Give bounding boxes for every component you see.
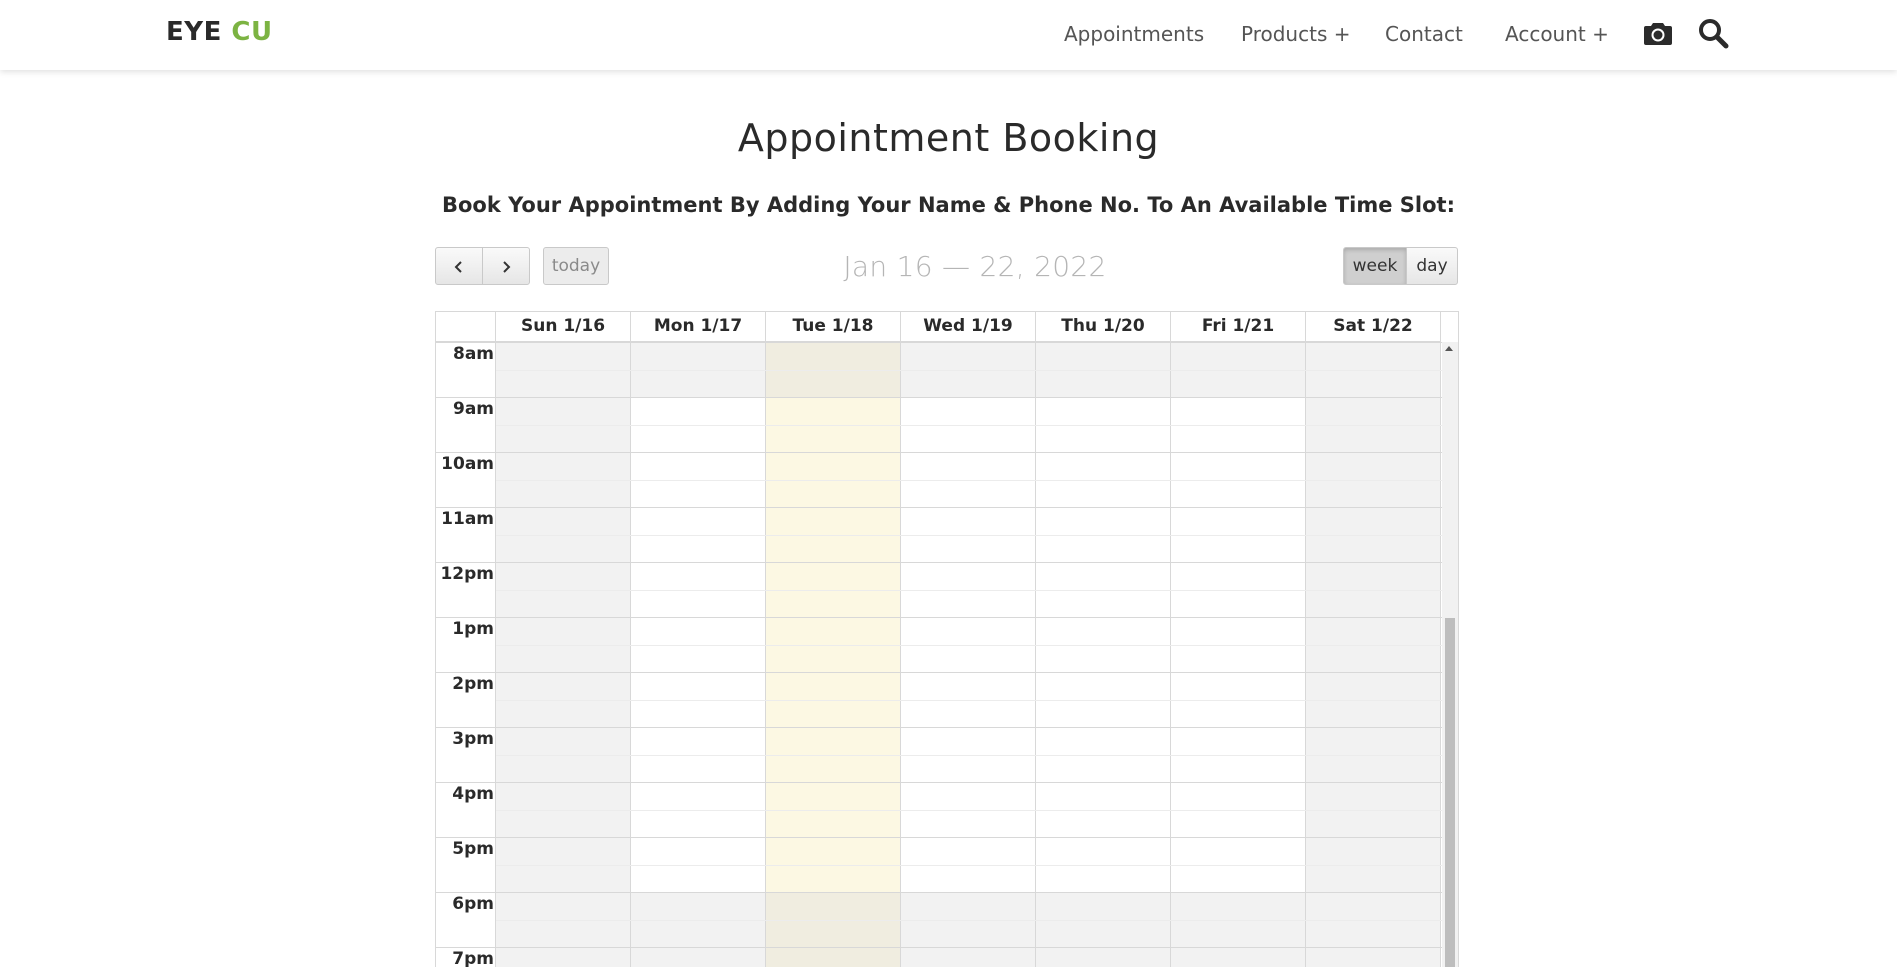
time-slot[interactable] bbox=[1306, 947, 1440, 967]
half-hour-line bbox=[496, 754, 1458, 756]
time-label: 5pm bbox=[452, 839, 494, 859]
time-label: 12pm bbox=[440, 564, 494, 584]
page-title: Appointment Booking bbox=[737, 116, 1160, 160]
day-column[interactable] bbox=[1306, 342, 1441, 967]
nav-account[interactable]: Account + bbox=[1505, 22, 1609, 46]
hour-line bbox=[436, 342, 1458, 343]
time-slot[interactable] bbox=[766, 947, 900, 967]
half-hour-line bbox=[496, 809, 1458, 811]
camera-icon[interactable] bbox=[1642, 17, 1674, 49]
hour-line bbox=[436, 507, 1458, 508]
nav-contact[interactable]: Contact bbox=[1385, 22, 1463, 46]
time-slot[interactable] bbox=[631, 947, 765, 967]
day-header: Wed 1/19 bbox=[901, 312, 1036, 342]
chevron-left-icon bbox=[454, 261, 462, 273]
time-label: 9am bbox=[452, 399, 494, 419]
time-label: 4pm bbox=[452, 784, 494, 804]
logo-main: EYE bbox=[166, 17, 222, 47]
time-label: 10am bbox=[441, 454, 494, 474]
prev-button[interactable] bbox=[435, 247, 483, 285]
nav-products[interactable]: Products + bbox=[1241, 22, 1350, 46]
time-axis-header bbox=[436, 312, 496, 342]
day-column[interactable] bbox=[766, 342, 901, 967]
week-view-button[interactable]: week bbox=[1343, 247, 1407, 285]
day-header: Sun 1/16 bbox=[496, 312, 631, 342]
time-label: 11am bbox=[441, 509, 494, 529]
time-label: 6pm bbox=[452, 894, 494, 914]
calendar-grid[interactable]: 8am 9am 10am 11am 12pm 1pm 2pm 3pm 4pm 5pm 6pm 7pm bbox=[436, 342, 1458, 967]
chevron-right-icon bbox=[503, 261, 511, 273]
time-slot[interactable] bbox=[1036, 947, 1170, 967]
hour-line bbox=[436, 892, 1458, 893]
hour-line bbox=[436, 947, 1458, 948]
day-column[interactable] bbox=[901, 342, 1036, 967]
hour-line bbox=[436, 452, 1458, 453]
day-column[interactable] bbox=[496, 342, 631, 967]
time-label: 1pm bbox=[452, 619, 494, 639]
page-subtitle: Book Your Appointment By Adding Your Nam… bbox=[442, 193, 1455, 217]
hour-line bbox=[436, 397, 1458, 398]
time-slot[interactable] bbox=[901, 947, 1035, 967]
day-column[interactable] bbox=[1171, 342, 1306, 967]
half-hour-line bbox=[496, 644, 1458, 646]
half-hour-line bbox=[496, 864, 1458, 866]
time-slot[interactable] bbox=[1171, 947, 1305, 967]
date-range-title: Jan 16 — 22, 2022 bbox=[843, 250, 1107, 283]
hour-line bbox=[436, 782, 1458, 783]
day-header: Sat 1/22 bbox=[1306, 312, 1441, 342]
day-header: Tue 1/18 bbox=[766, 312, 901, 342]
scrollbar-thumb[interactable] bbox=[1445, 618, 1455, 967]
site-logo[interactable]: EYE CU bbox=[166, 17, 273, 47]
hour-line bbox=[436, 617, 1458, 618]
time-slot[interactable] bbox=[496, 947, 630, 967]
scroll-up-arrow-icon[interactable] bbox=[1445, 346, 1453, 351]
half-hour-line bbox=[496, 699, 1458, 701]
day-column[interactable] bbox=[631, 342, 766, 967]
day-column[interactable] bbox=[1036, 342, 1171, 967]
hour-line bbox=[436, 672, 1458, 673]
week-calendar: Sun 1/16 Mon 1/17 Tue 1/18 Wed 1/19 Thu 1/20… bbox=[435, 311, 1459, 967]
hour-line bbox=[436, 837, 1458, 838]
half-hour-line bbox=[496, 919, 1458, 921]
half-hour-line bbox=[496, 534, 1458, 536]
today-button[interactable]: today bbox=[543, 247, 609, 285]
hour-line bbox=[436, 562, 1458, 563]
half-hour-line bbox=[496, 369, 1458, 371]
half-hour-line bbox=[496, 479, 1458, 481]
hour-line bbox=[436, 727, 1458, 728]
time-label: 3pm bbox=[452, 729, 494, 749]
search-icon[interactable] bbox=[1697, 17, 1729, 49]
day-view-button[interactable]: day bbox=[1406, 247, 1458, 285]
half-hour-line bbox=[496, 589, 1458, 591]
time-axis bbox=[436, 342, 496, 967]
time-label: 7pm bbox=[452, 949, 494, 967]
nav-appointments[interactable]: Appointments bbox=[1064, 22, 1204, 46]
calendar-scrollbar[interactable] bbox=[1442, 342, 1458, 967]
day-header: Fri 1/21 bbox=[1171, 312, 1306, 342]
time-label: 2pm bbox=[452, 674, 494, 694]
logo-accent: CU bbox=[231, 17, 273, 47]
half-hour-line bbox=[496, 424, 1458, 426]
time-label: 8am bbox=[452, 344, 494, 364]
day-header: Mon 1/17 bbox=[631, 312, 766, 342]
next-button[interactable] bbox=[482, 247, 530, 285]
site-header: EYE CU Appointments Products + Contact A… bbox=[0, 0, 1897, 70]
day-header: Thu 1/20 bbox=[1036, 312, 1171, 342]
